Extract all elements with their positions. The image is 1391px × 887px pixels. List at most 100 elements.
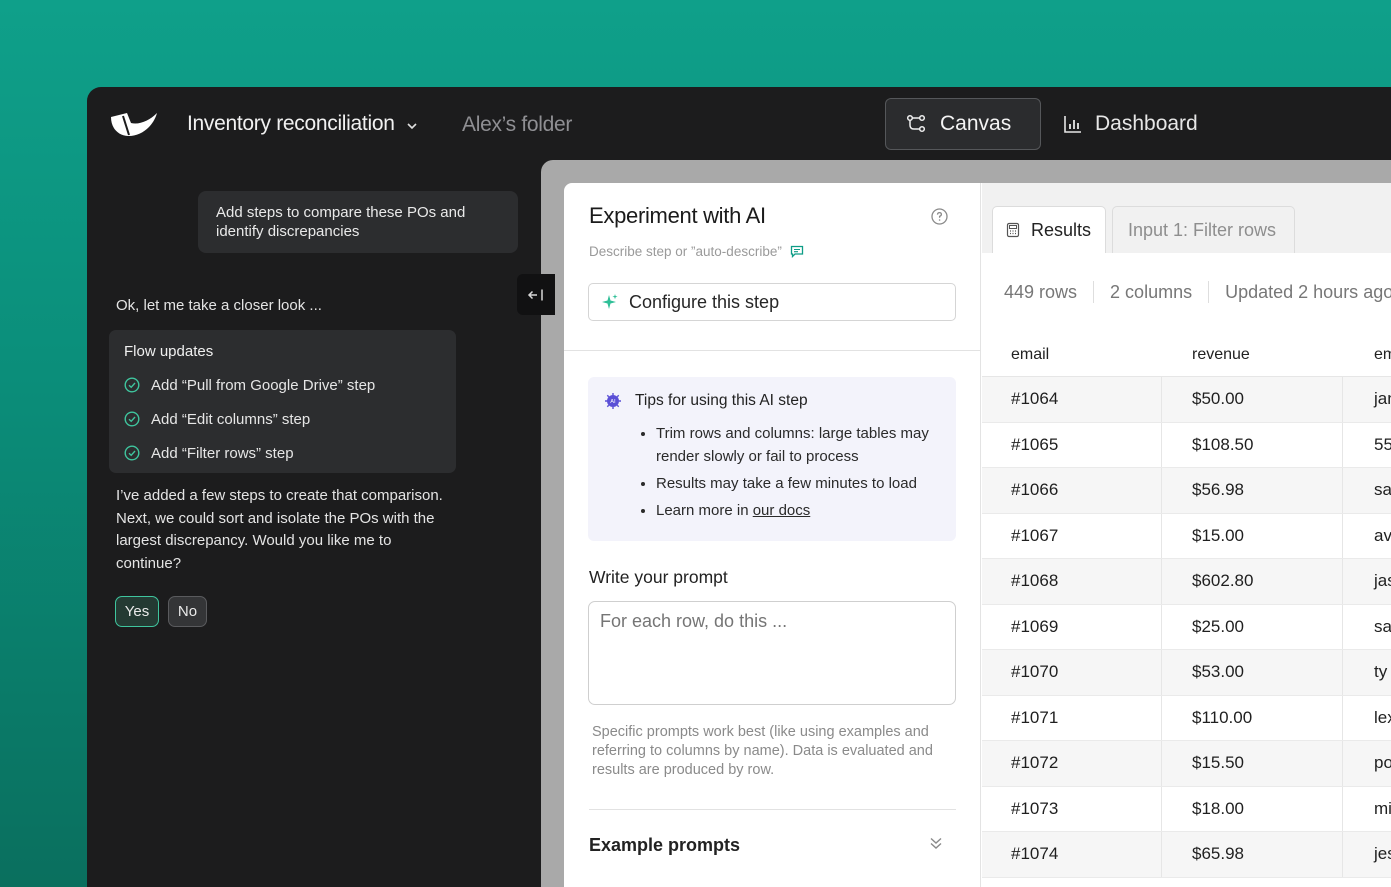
- check-circle-icon: [124, 377, 140, 393]
- column-header[interactable]: em: [1343, 333, 1391, 376]
- tab-results[interactable]: Results: [992, 206, 1106, 253]
- tips-title: Tips for using this AI step: [635, 392, 808, 409]
- table-cell: $53.00: [1162, 650, 1343, 695]
- table-body: #1064$50.00 jan #1065$108.50 55 #1066$56.98 s…: [982, 377, 1391, 878]
- bar-chart-icon: [1064, 116, 1081, 133]
- describe-step-link[interactable]: Describe step or ”auto-describe”: [589, 244, 804, 259]
- results-pane: Results Input 1: Filter rows 449 rows 2 …: [982, 183, 1391, 887]
- flow-update-item: Add “Filter rows” step: [124, 436, 441, 470]
- table-cell: $110.00: [1162, 695, 1343, 740]
- table-row[interactable]: #1066 $56.98 sa: [982, 468, 1391, 514]
- check-circle-icon: [124, 411, 140, 427]
- help-icon[interactable]: [931, 208, 948, 225]
- divider: [564, 350, 981, 351]
- table-cell: #1071: [982, 695, 1162, 740]
- prompt-label: Write your prompt: [589, 567, 728, 587]
- table-cell: jan: [1374, 389, 1391, 409]
- check-circle-icon: [124, 445, 140, 461]
- table-cell: $56.98: [1162, 468, 1343, 513]
- table-cell: #1070: [982, 650, 1162, 695]
- table-cell: po: [1374, 753, 1391, 773]
- table-cell: av: [1374, 525, 1391, 545]
- table-cell: lex: [1374, 707, 1391, 727]
- describe-step-text: Describe step or ”auto-describe”: [589, 244, 782, 259]
- nav-dashboard-button[interactable]: Dashboard: [1063, 98, 1198, 150]
- table-cell: $50.00: [1162, 377, 1343, 422]
- results-meta: 449 rows 2 columns Updated 2 hours ago: [1004, 281, 1391, 303]
- tip-learn-prefix: Learn more in: [656, 502, 753, 519]
- table-row[interactable]: #1070 $53.00 ty: [982, 650, 1391, 696]
- table-header: email revenue em: [982, 333, 1391, 377]
- table-cell: $15.50: [1162, 741, 1343, 786]
- project-title: Inventory reconciliation: [187, 112, 395, 135]
- table-row[interactable]: #1069 $25.00 sa: [982, 604, 1391, 650]
- table-cell: $108.50: [1162, 422, 1343, 467]
- column-header[interactable]: revenue: [1162, 333, 1343, 376]
- configure-step-button[interactable]: Configure this step: [588, 283, 956, 321]
- step-title: Experiment with AI: [589, 203, 766, 228]
- table-row[interactable]: #1074$65.98 jes: [982, 832, 1391, 878]
- table-row[interactable]: #1064$50.00 jan: [982, 377, 1391, 423]
- table-cell: $602.80: [1162, 559, 1343, 604]
- tip-item: Results may take a few minutes to load: [656, 472, 940, 495]
- table-cell: jas: [1374, 571, 1391, 591]
- table-cell: $25.00: [1162, 604, 1343, 649]
- table-row[interactable]: #1072 $15.50 po: [982, 741, 1391, 787]
- collapse-panel-button[interactable]: [517, 274, 555, 315]
- column-header[interactable]: email: [982, 333, 1162, 376]
- table-cell: 55: [1374, 434, 1391, 454]
- nav-dashboard-label: Dashboard: [1095, 112, 1198, 135]
- step-config-pane: Experiment with AI Describe step or ”aut…: [564, 183, 981, 887]
- prompt-hint: Specific prompts work best (like using e…: [592, 724, 933, 778]
- project-selector[interactable]: Inventory reconciliation: [187, 112, 419, 136]
- no-button[interactable]: No: [168, 596, 207, 627]
- table-row[interactable]: #1068$602.80 jas: [982, 559, 1391, 605]
- svg-text:AI: AI: [610, 399, 616, 405]
- prompt-input[interactable]: [588, 601, 956, 705]
- folder-breadcrumb[interactable]: Alex’s folder: [462, 113, 572, 137]
- tab-results-label: Results: [1031, 219, 1092, 240]
- tip-item: Trim rows and columns: large tables may …: [656, 422, 940, 468]
- table-row[interactable]: #1071$110.00 lex: [982, 695, 1391, 741]
- flow-update-item: Add “Pull from Google Drive” step: [124, 368, 441, 402]
- ai-followup-message: I’ve added a few steps to create that co…: [116, 487, 443, 572]
- table-row[interactable]: #1067 $15.00 av: [982, 513, 1391, 559]
- tip-item: Learn more in our docs: [656, 499, 940, 522]
- ai-intro-message: Ok, let me take a closer look ...: [116, 297, 322, 314]
- table-cell: #1068: [982, 559, 1162, 604]
- table-cell: #1065: [982, 422, 1162, 467]
- yes-button[interactable]: Yes: [115, 596, 159, 627]
- nav-canvas-button[interactable]: Canvas: [885, 98, 1041, 150]
- comment-icon: [790, 245, 803, 258]
- step-panel: Experiment with AI Describe step or ”aut…: [564, 183, 1391, 887]
- table-row[interactable]: #1065 $108.50 55: [982, 422, 1391, 468]
- meta-separator: [1208, 281, 1210, 303]
- calculator-icon: [1006, 222, 1020, 238]
- double-chevron-down-icon[interactable]: [928, 835, 944, 851]
- flow-updates-title: Flow updates: [124, 343, 214, 360]
- tips-box: AI Tips for using this AI step Trim rows…: [588, 377, 956, 541]
- table-cell: ty: [1374, 662, 1388, 682]
- table-cell: #1072: [982, 741, 1162, 786]
- brand-logo-icon: [111, 113, 157, 136]
- docs-link[interactable]: our docs: [753, 502, 811, 519]
- table-cell: $18.00: [1162, 786, 1343, 831]
- nav-canvas-label: Canvas: [940, 112, 1012, 135]
- configure-step-label: Configure this step: [629, 291, 780, 312]
- table-row[interactable]: #1073 $18.00 mi: [982, 786, 1391, 832]
- flow-update-item: Add “Edit columns” step: [124, 402, 441, 436]
- updated-time: Updated 2 hours ago: [1225, 281, 1391, 302]
- flow-update-label: Add “Filter rows” step: [151, 444, 294, 462]
- tips-header: AI Tips for using this AI step: [604, 392, 940, 410]
- flow-updates-card: Flow updates Add “Pull from Google Drive…: [109, 330, 456, 473]
- row-count: 449 rows: [1004, 281, 1078, 302]
- tab-input-filter-rows[interactable]: Input 1: Filter rows: [1112, 206, 1295, 253]
- table-cell: #1073: [982, 786, 1162, 831]
- app-window: Inventory reconciliation Alex’s folder C…: [87, 87, 1391, 887]
- example-prompts-toggle[interactable]: Example prompts: [589, 835, 740, 856]
- table-cell: #1067: [982, 513, 1162, 558]
- table-cell: $65.98: [1162, 832, 1343, 877]
- flow-update-label: Add “Edit columns” step: [151, 410, 311, 428]
- table-cell: sa: [1374, 616, 1391, 636]
- sparkle-icon: [602, 294, 618, 309]
